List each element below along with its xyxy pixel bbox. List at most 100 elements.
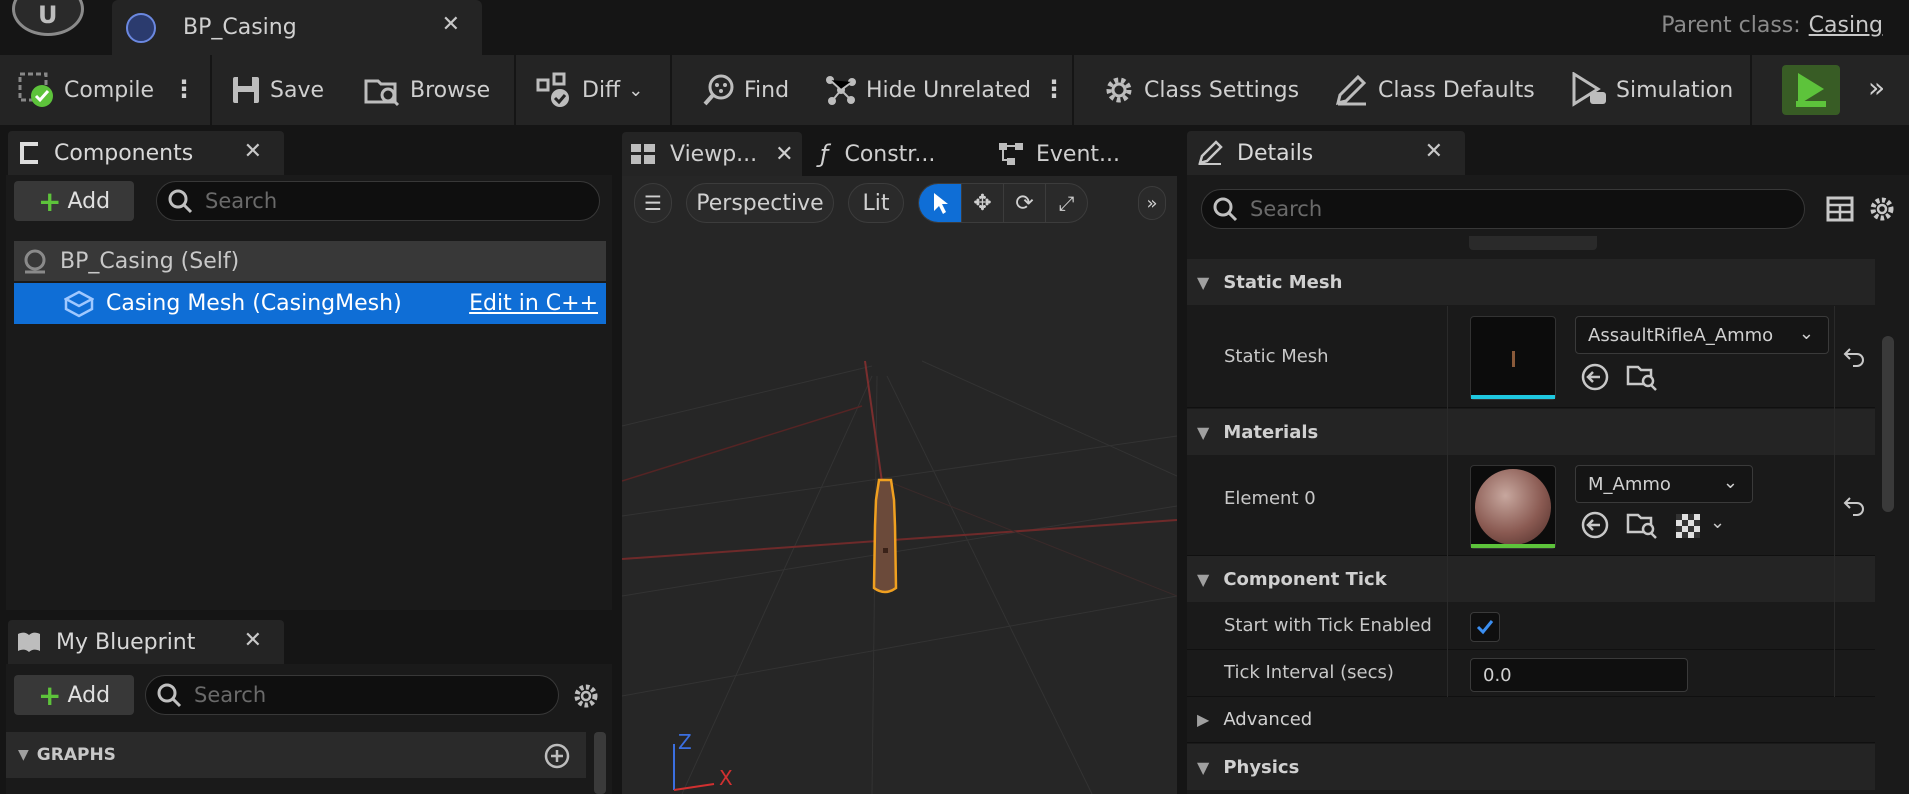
- my-blueprint-tab[interactable]: My Blueprint ✕: [8, 620, 284, 664]
- compile-button[interactable]: Compile: [18, 55, 154, 125]
- gear-icon: [1106, 77, 1132, 103]
- static-mesh-dropdown[interactable]: AssaultRifleA_Ammo ⌄: [1575, 316, 1829, 354]
- find-button[interactable]: Find: [702, 55, 789, 125]
- save-button[interactable]: Save: [230, 55, 324, 125]
- parent-class-link[interactable]: Casing: [1809, 13, 1883, 38]
- physics-section-label: Physics: [1223, 756, 1300, 778]
- simulation-icon: [1572, 72, 1606, 107]
- event-graph-icon: [999, 143, 1023, 165]
- hide-unrelated-options-icon[interactable]: ⋮: [1042, 75, 1066, 103]
- toolbar-overflow-icon[interactable]: »: [1868, 71, 1885, 104]
- settings-gear-icon[interactable]: [572, 682, 600, 710]
- component-tick-section-label: Component Tick: [1223, 568, 1387, 590]
- play-button[interactable]: [1782, 65, 1840, 115]
- my-blueprint-search-input[interactable]: Search: [145, 675, 559, 715]
- component-root-row[interactable]: BP_Casing (Self): [14, 241, 606, 281]
- material-value: M_Ammo: [1588, 473, 1671, 495]
- graphs-section-header[interactable]: ▼ GRAPHS: [6, 732, 586, 778]
- element0-label: Element 0: [1224, 488, 1316, 509]
- diff-button[interactable]: Diff ⌄: [536, 55, 643, 125]
- materials-section[interactable]: ▼ Materials: [1187, 409, 1875, 455]
- table-view-icon[interactable]: [1826, 196, 1854, 222]
- lit-button[interactable]: Lit: [848, 183, 904, 223]
- component-tick-section[interactable]: ▼ Component Tick: [1187, 556, 1875, 602]
- unreal-logo-icon[interactable]: U: [12, 0, 84, 36]
- static-mesh-thumbnail[interactable]: [1470, 316, 1556, 400]
- reset-to-default-icon[interactable]: [1842, 494, 1866, 516]
- components-add-button[interactable]: + Add: [14, 181, 134, 221]
- class-defaults-label: Class Defaults: [1378, 77, 1535, 103]
- component-selected-label: Casing Mesh (CasingMesh): [106, 291, 402, 316]
- close-my-blueprint-icon[interactable]: ✕: [244, 628, 262, 653]
- components-tab[interactable]: Components ✕: [8, 131, 284, 175]
- search-icon: [168, 189, 193, 214]
- collapse-arrow-icon: ▼: [1197, 757, 1210, 777]
- perspective-button[interactable]: Perspective: [686, 183, 834, 223]
- class-defaults-button[interactable]: Class Defaults: [1334, 55, 1535, 125]
- details-scrollbar[interactable]: [1882, 336, 1894, 512]
- expand-arrow-icon: ▶: [1197, 710, 1210, 729]
- close-tab-icon[interactable]: ✕: [442, 12, 460, 37]
- checker-icon[interactable]: [1675, 513, 1701, 539]
- hamburger-icon: ☰: [644, 191, 662, 215]
- edit-in-cpp-link[interactable]: Edit in C++: [469, 291, 598, 316]
- material-thumbnail[interactable]: [1470, 465, 1556, 549]
- advanced-section[interactable]: ▶ Advanced: [1187, 697, 1875, 743]
- viewport-overflow-button[interactable]: »: [1138, 186, 1166, 220]
- class-settings-button[interactable]: Class Settings: [1102, 55, 1299, 125]
- details-tab[interactable]: Details ✕: [1187, 131, 1465, 175]
- diff-dropdown-icon: ⌄: [628, 79, 644, 101]
- details-settings-icon[interactable]: [1868, 195, 1896, 223]
- viewport-toolbar: ☰ Perspective Lit ✥ ⟳ ⤢ »: [622, 176, 1177, 232]
- compile-label: Compile: [64, 77, 154, 103]
- add-graph-icon[interactable]: [544, 743, 570, 769]
- hide-unrelated-button[interactable]: Hide Unrelated: [824, 55, 1031, 125]
- viewport-menu-button[interactable]: ☰: [634, 183, 672, 223]
- static-mesh-label: Static Mesh: [1224, 346, 1329, 367]
- actor-icon: [24, 249, 46, 274]
- browse-button[interactable]: Browse: [364, 55, 490, 125]
- viewport-canvas[interactable]: Z X: [622, 176, 1177, 794]
- save-icon: [233, 77, 259, 103]
- blueprint-icon: [126, 12, 156, 43]
- class-settings-label: Class Settings: [1144, 77, 1300, 103]
- rotate-tool-button[interactable]: ⟳: [1003, 184, 1045, 222]
- graphs-label: GRAPHS: [36, 745, 116, 765]
- components-search-input[interactable]: Search: [156, 181, 600, 221]
- component-selected-row[interactable]: Casing Mesh (CasingMesh) Edit in C++: [14, 283, 606, 324]
- browse-asset-icon[interactable]: [1626, 362, 1658, 392]
- checkmark-icon: [1476, 620, 1494, 635]
- details-search-input[interactable]: Search: [1201, 189, 1805, 229]
- scale-tool-button[interactable]: ⤢: [1045, 184, 1087, 222]
- add-label: Add: [67, 188, 111, 214]
- collapse-arrow-icon: ▼: [18, 747, 29, 763]
- construction-tab[interactable]: ƒ Constr...: [820, 132, 935, 176]
- tick-enabled-checkbox[interactable]: [1470, 612, 1500, 642]
- browse-asset-icon[interactable]: [1626, 510, 1658, 540]
- reset-to-default-icon[interactable]: [1842, 345, 1866, 367]
- material-dropdown[interactable]: M_Ammo ⌄: [1575, 465, 1753, 503]
- document-tab[interactable]: BP_Casing ✕: [112, 0, 482, 55]
- clipped-row: [1187, 236, 1875, 258]
- chevron-down-icon: ⌄: [1798, 323, 1814, 344]
- add-label: Add: [67, 682, 111, 708]
- my-blueprint-add-button[interactable]: + Add: [14, 675, 134, 715]
- close-details-icon[interactable]: ✕: [1425, 139, 1443, 164]
- chevron-down-icon[interactable]: ⌄: [1710, 512, 1725, 533]
- static-mesh-section[interactable]: ▼ Static Mesh: [1187, 259, 1875, 305]
- simulation-button[interactable]: Simulation: [1570, 55, 1733, 125]
- select-tool-button[interactable]: [919, 184, 961, 222]
- use-selected-asset-icon[interactable]: [1580, 362, 1610, 392]
- column-divider: [1447, 306, 1448, 697]
- event-graph-tab[interactable]: Event...: [998, 132, 1120, 176]
- compile-options-icon[interactable]: ⋮: [172, 75, 196, 103]
- add-icon: +: [37, 678, 62, 712]
- tick-interval-input[interactable]: 0.0: [1470, 658, 1688, 692]
- close-components-icon[interactable]: ✕: [244, 139, 262, 164]
- use-selected-asset-icon[interactable]: [1580, 510, 1610, 540]
- move-tool-button[interactable]: ✥: [961, 184, 1003, 222]
- close-viewport-icon[interactable]: ✕: [775, 142, 793, 167]
- scrollbar[interactable]: [594, 732, 606, 794]
- cursor-icon: [934, 193, 948, 214]
- physics-section[interactable]: ▼ Physics: [1187, 744, 1875, 790]
